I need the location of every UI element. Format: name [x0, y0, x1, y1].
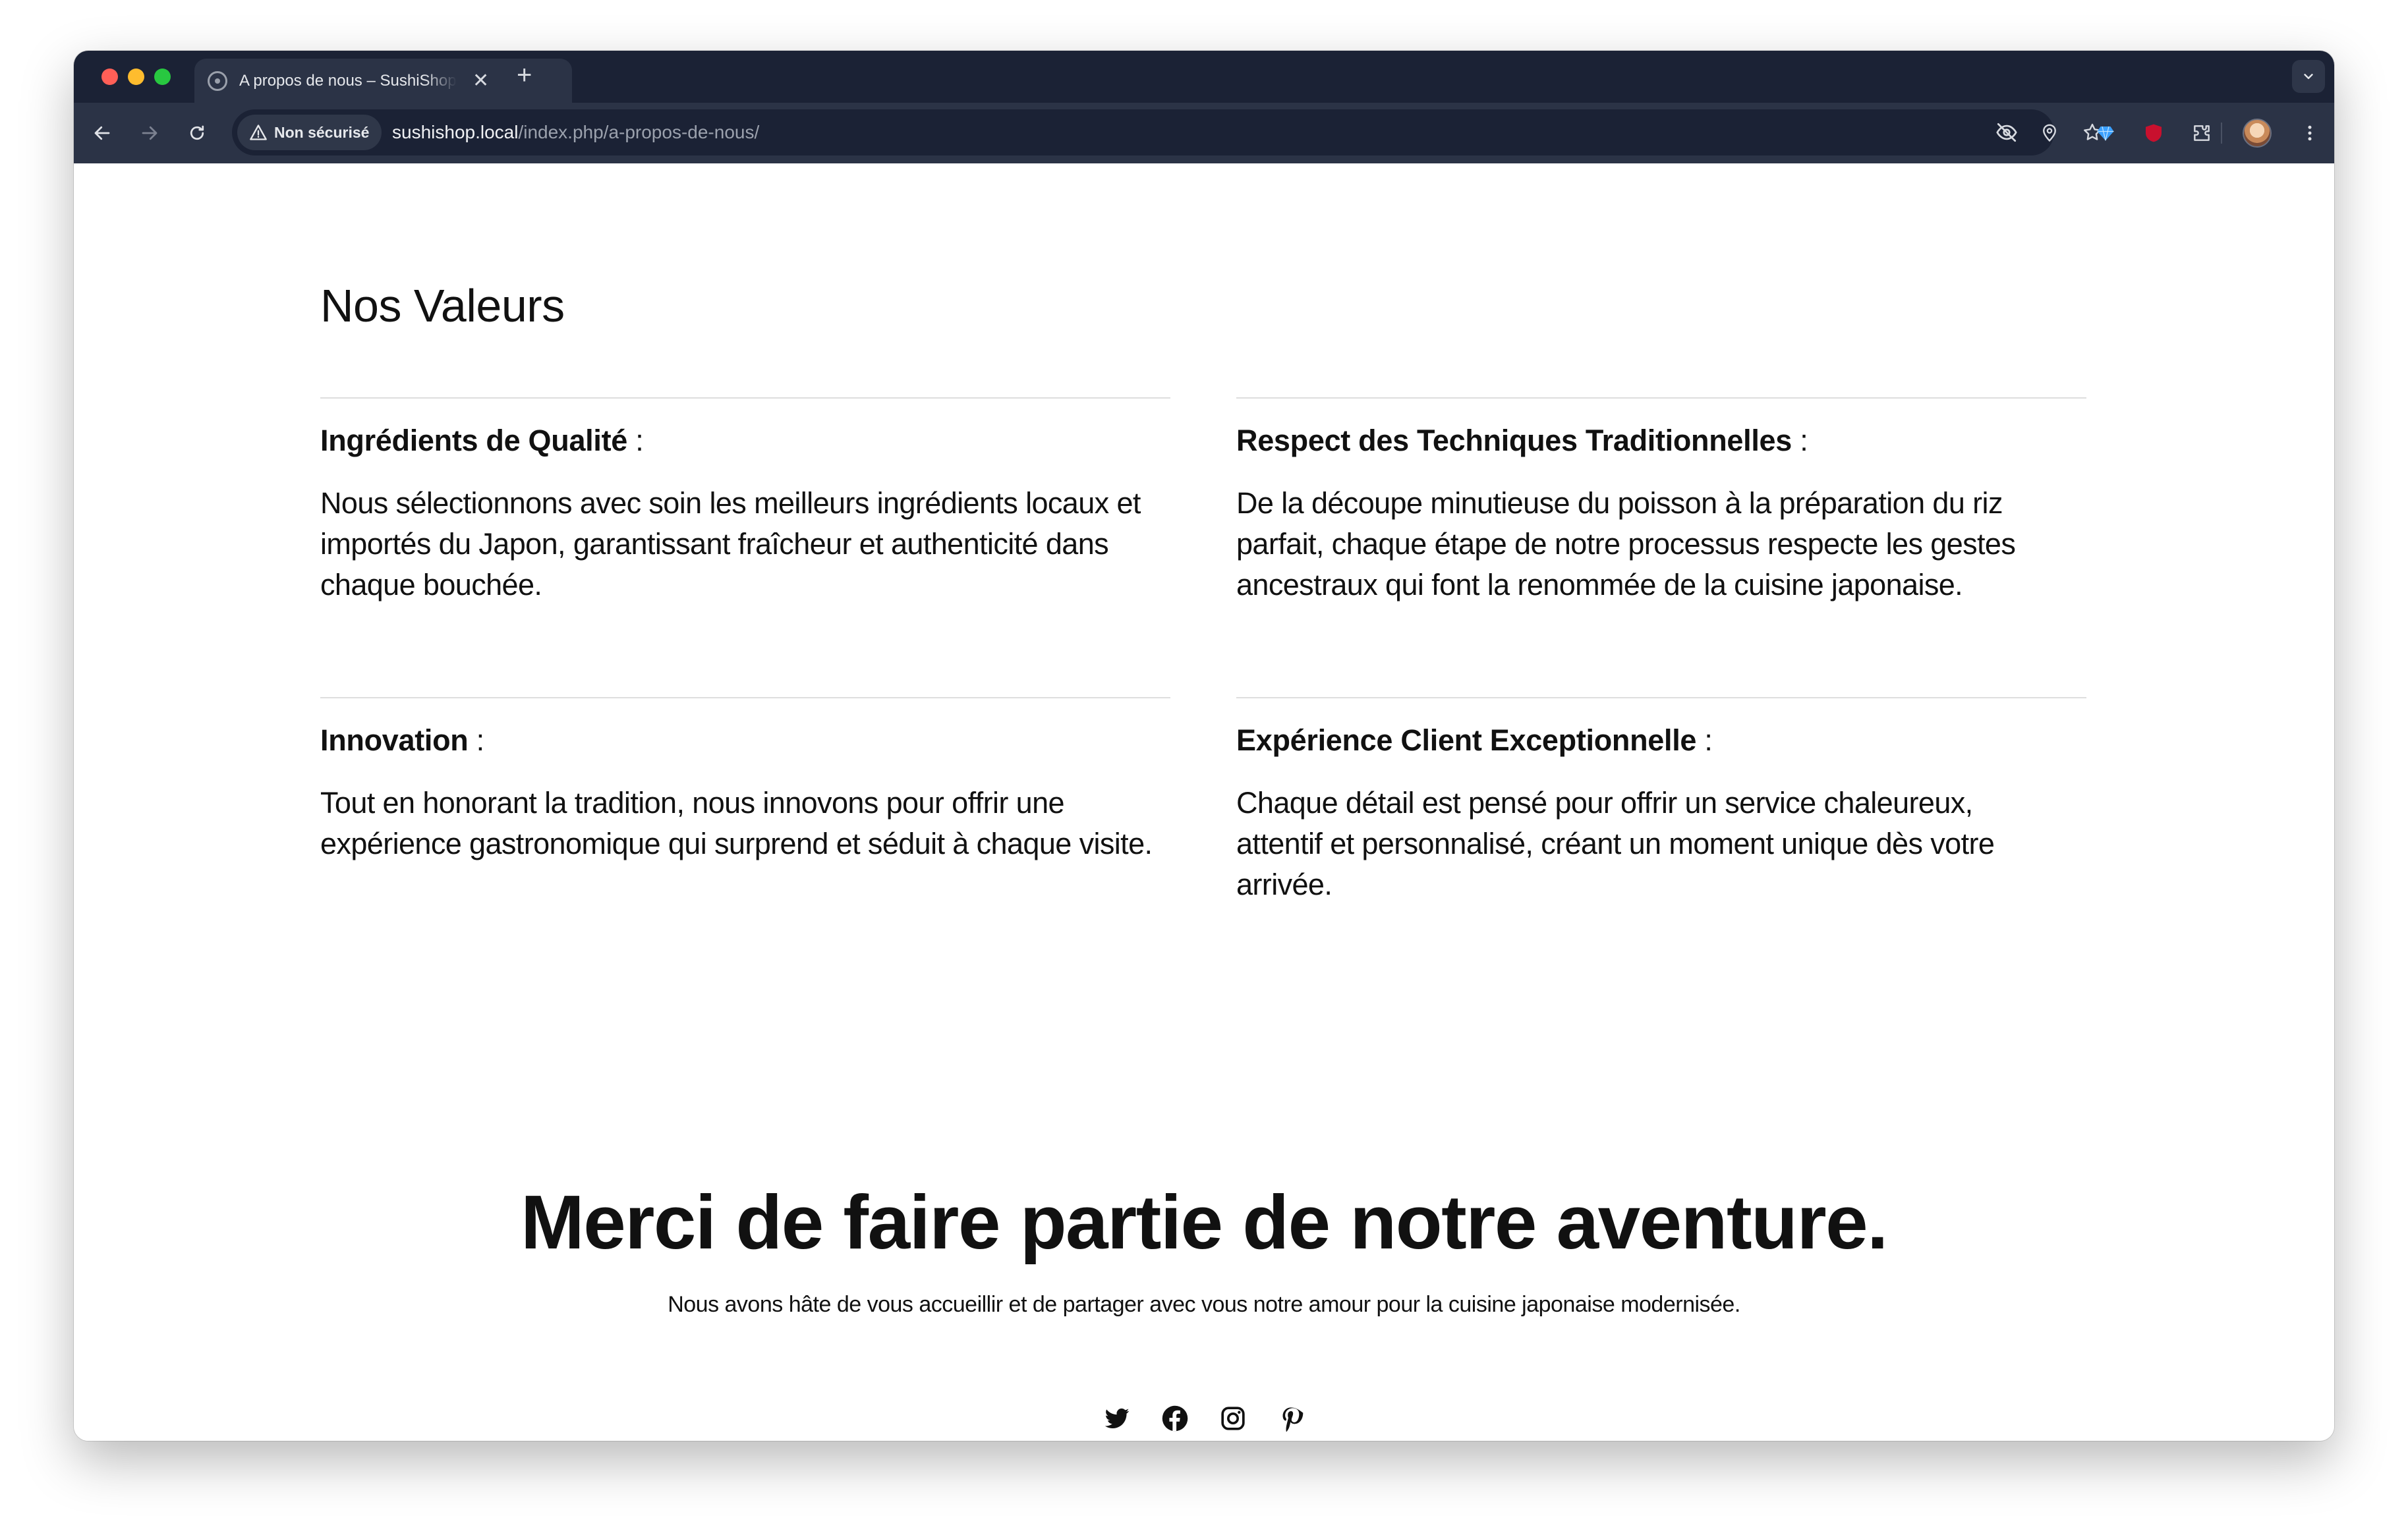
twitter-icon — [1104, 1408, 1130, 1428]
address-bar[interactable]: Non sécurisé sushishop.local/index.php/a… — [232, 109, 2101, 155]
instagram-icon — [1221, 1407, 1245, 1430]
value-title-text: Expérience Client Exceptionnelle — [1236, 723, 1697, 757]
thanks-text: Nous avons hâte de vous accueillir et de… — [668, 1292, 1740, 1317]
forward-button[interactable] — [134, 118, 165, 148]
divider — [320, 397, 1170, 399]
warning-icon — [250, 125, 267, 140]
browser-menu-button[interactable] — [2293, 117, 2326, 150]
value-customer-experience: Expérience Client Exceptionnelle : Chaqu… — [1236, 723, 2047, 905]
facebook-link[interactable] — [1161, 1405, 1189, 1432]
instagram-link[interactable] — [1219, 1405, 1247, 1432]
extensions-puzzle-icon — [2194, 125, 2210, 141]
value-title-colon: : — [1792, 424, 1808, 457]
value-title: Innovation : — [320, 723, 1177, 758]
location-button[interactable] — [2038, 121, 2061, 144]
social-links — [1103, 1405, 1305, 1432]
value-tradition: Respect des Techniques Traditionnelles :… — [1236, 424, 2093, 605]
tab-strip: A propos de nous – SushiShop ✕ + — [74, 51, 2334, 103]
value-title-text: Respect des Techniques Traditionnelles — [1236, 424, 1792, 457]
value-title-text: Ingrédients de Qualité — [320, 424, 627, 457]
tab-list-button[interactable] — [2292, 60, 2325, 93]
pinterest-icon — [1282, 1407, 1304, 1432]
gem-extension-icon — [2097, 126, 2114, 141]
value-innovation: Innovation : Tout en honorant la traditi… — [320, 723, 1177, 864]
url-text[interactable]: sushishop.local/index.php/a-propos-de-no… — [392, 109, 759, 155]
toolbar-separator — [2221, 123, 2222, 144]
back-icon — [94, 126, 110, 140]
back-button[interactable] — [87, 118, 117, 148]
url-path: /index.php/a-propos-de-nous/ — [518, 122, 760, 142]
twitter-link[interactable] — [1103, 1405, 1131, 1432]
value-title-colon: : — [468, 723, 485, 757]
location-pin-icon — [2043, 124, 2056, 142]
value-description: De la découpe minutieuse du poisson à la… — [1236, 486, 2016, 602]
active-tab[interactable]: A propos de nous – SushiShop ✕ — [194, 59, 572, 103]
values-heading: Nos Valeurs — [320, 280, 565, 331]
value-title: Expérience Client Exceptionnelle : — [1236, 723, 2047, 758]
pinterest-link[interactable] — [1277, 1405, 1305, 1432]
value-quality: Ingrédients de Qualité : Nous sélectionn… — [320, 424, 1177, 605]
value-title-colon: : — [1696, 723, 1713, 757]
tab-favicon-icon — [208, 70, 227, 91]
forward-icon — [142, 126, 158, 140]
eye-off-icon — [1996, 123, 2017, 142]
extensions-button[interactable] — [2185, 117, 2218, 150]
browser-window: A propos de nous – SushiShop ✕ + Non séc… — [74, 51, 2334, 1441]
security-label: Non sécurisé — [274, 123, 370, 141]
tab-close-icon[interactable]: ✕ — [473, 70, 489, 91]
close-window-button[interactable] — [101, 69, 118, 85]
divider — [1236, 697, 2086, 698]
new-tab-button[interactable]: + — [517, 62, 532, 88]
gem-extension-button[interactable] — [2089, 117, 2122, 150]
url-host: sushishop.local — [392, 122, 519, 142]
browser-toolbar: Non sécurisé sushishop.local/index.php/a… — [74, 103, 2334, 163]
value-title: Respect des Techniques Traditionnelles : — [1236, 424, 2093, 458]
reload-icon — [190, 125, 204, 140]
profile-avatar[interactable] — [2243, 119, 2272, 148]
ublock-extension-icon — [2146, 124, 2162, 142]
value-description: Chaque détail est pensé pour offrir un s… — [1236, 786, 1995, 901]
divider — [1236, 397, 2086, 399]
tab-list-chevron-icon — [2304, 74, 2313, 79]
thanks-heading: Merci de faire partie de notre aventure. — [521, 1179, 1888, 1265]
minimize-window-button[interactable] — [128, 69, 144, 85]
divider — [320, 697, 1170, 698]
ublock-extension-button[interactable] — [2137, 117, 2170, 150]
facebook-icon — [1162, 1405, 1188, 1432]
reload-button[interactable] — [182, 118, 212, 148]
tab-title: A propos de nous – SushiShop — [239, 71, 457, 90]
tracking-protection-button[interactable] — [1995, 121, 2019, 144]
value-title-colon: : — [627, 424, 644, 457]
value-description: Tout en honorant la tradition, nous inno… — [320, 786, 1153, 860]
zoom-window-button[interactable] — [154, 69, 171, 85]
value-title-text: Innovation — [320, 723, 469, 757]
page-content: Nos Valeurs Ingrédients de Qualité : Nou… — [74, 163, 2334, 1441]
value-title: Ingrédients de Qualité : — [320, 424, 1177, 458]
security-indicator[interactable]: Non sécurisé — [237, 115, 382, 150]
value-description: Nous sélectionnons avec soin les meilleu… — [320, 486, 1141, 602]
more-menu-icon — [2308, 125, 2312, 141]
